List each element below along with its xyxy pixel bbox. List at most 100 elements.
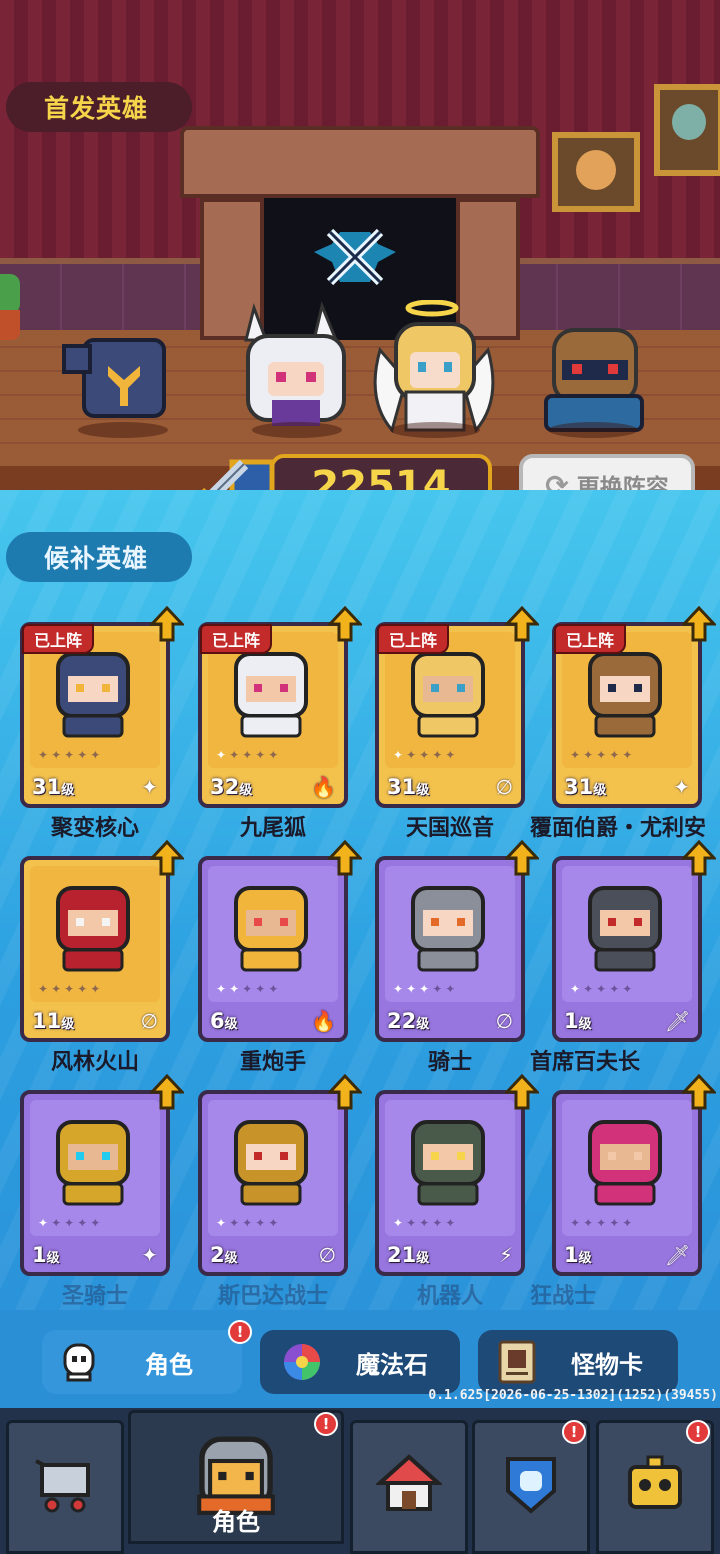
star-icon: ✦ xyxy=(583,1216,594,1230)
upgrade-arrow-icon[interactable] xyxy=(505,840,539,876)
hero-name: 圣骑士 xyxy=(61,1284,128,1309)
star-icon: ✦ xyxy=(51,748,62,762)
banner-shield-icon xyxy=(506,1457,556,1514)
lightning-icon: ⚡ xyxy=(498,1243,513,1267)
star-icon: ✦ xyxy=(419,982,430,996)
star-rating: ✦ ✦ ✦ ✦ ✦ xyxy=(216,748,278,762)
upgrade-arrow-icon[interactable] xyxy=(505,1074,539,1110)
subtab-monster-card[interactable]: 怪物卡 xyxy=(478,1330,678,1394)
star-icon: ✦ xyxy=(38,982,49,996)
null-icon: ∅ xyxy=(318,1243,336,1267)
crossed-swords-icon[interactable] xyxy=(310,222,400,292)
upgrade-arrow-icon[interactable] xyxy=(150,606,184,642)
subtab-character[interactable]: 角色 xyxy=(42,1330,242,1394)
hero-name: 聚变核心 xyxy=(50,816,139,841)
star-icon: ✦ xyxy=(229,982,240,996)
star-icon: ✦ xyxy=(570,982,581,996)
upgrade-arrow-icon[interactable] xyxy=(682,1074,716,1110)
hero-card[interactable]: ✦ ✦ ✦ ✦ ✦ 32级 🔥 已上阵 xyxy=(198,606,362,808)
subtab-magic-stone[interactable]: 魔法石 xyxy=(260,1330,460,1394)
star-icon: ✦ xyxy=(229,748,240,762)
subtab-magic-stone-label: 魔法石 xyxy=(356,1350,428,1379)
hero-name: 重炮手 xyxy=(239,1050,306,1075)
star-icon: ✦ xyxy=(583,982,594,996)
hero-name: 首席百夫长 xyxy=(530,1050,641,1075)
stage-hero-celestial-angel[interactable] xyxy=(370,299,500,440)
shopping-cart-icon xyxy=(35,1459,90,1513)
star-icon: ✦ xyxy=(216,1216,227,1230)
stage-hero-fusion-core[interactable] xyxy=(58,300,188,440)
star-icon: ✦ xyxy=(393,982,404,996)
sword-icon: 🗡 xyxy=(664,1009,690,1033)
upgrade-arrow-icon[interactable] xyxy=(328,840,362,876)
bench-heroes-title: 候补英雄 xyxy=(6,532,192,582)
upgrade-arrow-icon[interactable] xyxy=(328,606,362,642)
hero-level: 31级 xyxy=(387,775,430,799)
upgrade-arrow-icon[interactable] xyxy=(682,840,716,876)
star-icon: ✦ xyxy=(90,982,101,996)
star-icon: ✦ xyxy=(609,1216,620,1230)
star-rating: ✦ ✦ ✦ ✦ ✦ xyxy=(570,982,632,996)
hero-card[interactable]: ✦ ✦ ✦ ✦ ✦ 1级 🗡 xyxy=(552,840,716,1042)
hero-card[interactable]: ✦ ✦ ✦ ✦ ✦ 22级 ∅ xyxy=(375,840,539,1042)
hero-card[interactable]: ✦ ✦ ✦ ✦ ✦ 31级 ∅ 已上阵 xyxy=(375,606,539,808)
upgrade-arrow-icon[interactable] xyxy=(328,1074,362,1110)
deployed-badge: 已上阵 xyxy=(554,624,627,654)
nav-home[interactable] xyxy=(350,1420,468,1554)
star-rating: ✦ ✦ ✦ ✦ ✦ xyxy=(393,1216,455,1230)
star-icon: ✦ xyxy=(229,1216,240,1230)
star-rating: ✦ ✦ ✦ ✦ ✦ xyxy=(38,982,100,996)
star-icon: ✦ xyxy=(38,748,49,762)
upgrade-arrow-icon[interactable] xyxy=(150,1074,184,1110)
version-string: 0.1.625[2026-06-25-1302](1252)(39455) xyxy=(428,1388,718,1403)
hero-level: 22级 xyxy=(387,1009,430,1033)
hero-name: 骑士 xyxy=(427,1050,472,1075)
star-icon: ✦ xyxy=(242,982,253,996)
hero-card[interactable]: ✦ ✦ ✦ ✦ ✦ 31级 ✦ 已上阵 xyxy=(20,606,184,808)
hero-card[interactable]: ✦ ✦ ✦ ✦ ✦ 21级 ⚡ xyxy=(375,1074,539,1276)
star-icon: ✦ xyxy=(64,1216,75,1230)
stage-hero-nine-tailed-fox[interactable] xyxy=(232,300,362,440)
star-icon: ✦ xyxy=(64,982,75,996)
stage-hero-masked-count[interactable] xyxy=(528,300,658,440)
hero-card[interactable]: ✦ ✦ ✦ ✦ ✦ 1级 🗡 xyxy=(552,1074,716,1276)
hero-card[interactable]: ✦ ✦ ✦ ✦ ✦ 11级 ∅ xyxy=(20,840,184,1042)
hero-name: 机器人 xyxy=(416,1284,483,1309)
star-rating: ✦ ✦ ✦ ✦ ✦ xyxy=(38,748,100,762)
star-icon: ✦ xyxy=(445,982,456,996)
hero-card[interactable]: ✦ ✦ ✦ ✦ ✦ 1级 ✦ xyxy=(20,1074,184,1276)
starting-heroes-title: 首发英雄 xyxy=(6,82,192,132)
star-rating: ✦ ✦ ✦ ✦ ✦ xyxy=(38,1216,100,1230)
hero-name: 狂战士 xyxy=(530,1284,597,1309)
notification-badge: ! xyxy=(562,1420,586,1444)
upgrade-arrow-icon[interactable] xyxy=(505,606,539,642)
fire-icon: 🔥 xyxy=(311,775,336,799)
star-icon: ✦ xyxy=(406,982,417,996)
nav-shop[interactable] xyxy=(6,1420,124,1554)
house-icon xyxy=(376,1454,442,1511)
star-icon: ✦ xyxy=(90,748,101,762)
hero-card[interactable]: ✦ ✦ ✦ ✦ ✦ 31级 ✦ 已上阵 xyxy=(552,606,716,808)
notification-badge: ! xyxy=(314,1412,338,1436)
sword-icon: 🗡 xyxy=(664,1243,690,1267)
star-icon: ✦ xyxy=(268,748,279,762)
hero-card[interactable]: ✦ ✦ ✦ ✦ ✦ 2级 ∅ xyxy=(198,1074,362,1276)
star-icon: ✦ xyxy=(445,748,456,762)
upgrade-arrow-icon[interactable] xyxy=(150,840,184,876)
hero-card[interactable]: ✦ ✦ ✦ ✦ ✦ 6级 🔥 xyxy=(198,840,362,1042)
notification-badge: ! xyxy=(686,1420,710,1444)
star-icon: ✦ xyxy=(242,748,253,762)
star-rating: ✦ ✦ ✦ ✦ ✦ xyxy=(216,1216,278,1230)
star-rating: ✦ ✦ ✦ ✦ ✦ xyxy=(216,982,278,996)
star-icon: ✦ xyxy=(445,1216,456,1230)
monster-card-icon xyxy=(498,1340,536,1384)
star-icon: ✦ xyxy=(77,1216,88,1230)
starting-lineup-scene: 首发英雄 xyxy=(0,0,720,490)
nav-character[interactable]: 角色 xyxy=(128,1410,344,1544)
star-icon: ✦ xyxy=(432,1216,443,1230)
upgrade-arrow-icon[interactable] xyxy=(682,606,716,642)
star-icon: ✦ xyxy=(38,1216,49,1230)
star-icon: ✦ xyxy=(51,982,62,996)
deployed-badge: 已上阵 xyxy=(377,624,450,654)
potted-plant-icon xyxy=(0,274,26,344)
